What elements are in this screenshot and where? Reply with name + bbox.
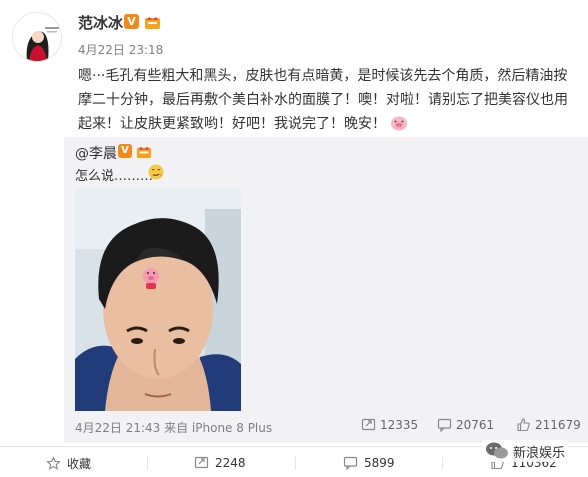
- verified-icon: V: [124, 14, 139, 29]
- comment-icon: [343, 456, 358, 470]
- repost-comments[interactable]: 20761: [437, 417, 494, 432]
- repost-meta[interactable]: 4月22日 21:43 来自 iPhone 8 Plus: [75, 419, 272, 436]
- author-name[interactable]: 范冰冰: [78, 12, 123, 33]
- verified-icon: V: [118, 144, 132, 158]
- pig-face-icon: [391, 116, 408, 131]
- post-text: 嗯···毛孔有些粗大和黑头，皮肤也有点暗黄，是时候该先去个角质，然后精油按摩二十…: [78, 68, 568, 132]
- repost-button[interactable]: 2248: [194, 455, 246, 470]
- divider: [442, 456, 443, 470]
- selfie-photo[interactable]: [75, 189, 241, 411]
- repost-author[interactable]: @李晨: [75, 143, 117, 163]
- wechat-icon: [486, 442, 508, 459]
- watermark: 新浪娱乐: [482, 440, 569, 462]
- thumbs-up-icon: [517, 418, 530, 432]
- repost-count: 2248: [215, 455, 246, 470]
- post-body: 嗯···毛孔有些粗大和黑头，皮肤也有点暗黄，是时候该先去个角质，然后精油按摩二十…: [78, 64, 576, 136]
- repost-card[interactable]: @李晨 V 怎么说……… 4月22日 21:43 来自 iPhone 8 Plu…: [64, 137, 588, 443]
- repost-count: 12335: [380, 417, 419, 432]
- repost-text: 怎么说………: [75, 169, 154, 184]
- comment-icon: [437, 418, 452, 432]
- author-avatar[interactable]: [12, 12, 62, 62]
- comment-button[interactable]: 5899: [343, 455, 395, 470]
- comment-count: 20761: [456, 417, 495, 432]
- star-icon: [46, 456, 61, 470]
- like-count: 211679: [535, 417, 581, 432]
- weibo-post: 范冰冰 V 4月22日 23:18 嗯···毛孔有些粗大和黑头，皮肤也有点暗黄，…: [0, 0, 588, 477]
- watermark-text: 新浪娱乐: [513, 445, 566, 461]
- favorite-label: 收藏: [67, 457, 92, 471]
- divider: [295, 456, 296, 470]
- smirk-face-icon: [148, 164, 164, 180]
- repost-icon: [361, 418, 376, 431]
- crown-icon: [136, 146, 152, 159]
- divider: [147, 456, 148, 470]
- repost-likes[interactable]: 211679: [516, 417, 581, 432]
- crown-icon: [145, 17, 160, 29]
- comment-count: 5899: [364, 455, 395, 470]
- repost-icon: [194, 456, 209, 469]
- favorite-button[interactable]: 收藏: [46, 455, 91, 472]
- repost-reposts[interactable]: 12335: [361, 417, 418, 432]
- post-time[interactable]: 4月22日 23:18: [78, 41, 163, 58]
